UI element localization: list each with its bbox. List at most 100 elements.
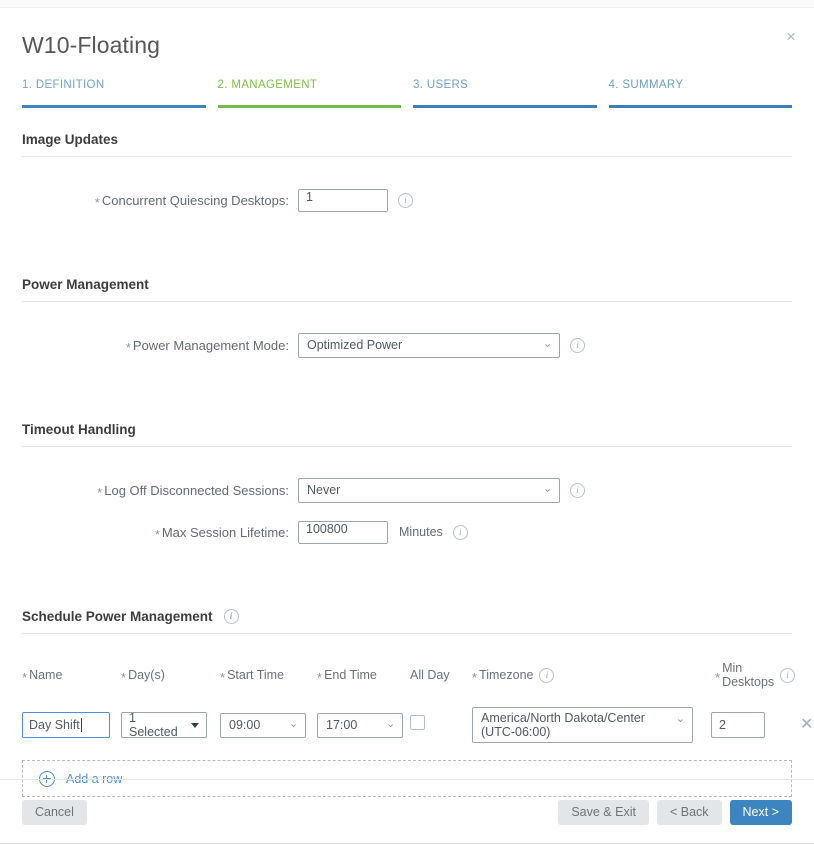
required-marker: * — [317, 671, 322, 684]
column-header-end-time: * End Time — [317, 668, 410, 682]
section-image-updates-title: Image Updates — [22, 132, 118, 147]
max-session-lifetime-label: * Max Session Lifetime: — [22, 525, 298, 540]
schedule-days-select[interactable]: 1 Selected — [121, 712, 207, 738]
divider — [22, 301, 792, 302]
cancel-button[interactable]: Cancel — [22, 800, 87, 825]
column-header-all-day: All Day — [410, 668, 472, 682]
section-image-updates: Image Updates * Concurrent Quiescing Des… — [22, 132, 792, 215]
wizard-body: Image Updates * Concurrent Quiescing Des… — [0, 132, 814, 797]
spacer — [22, 360, 792, 422]
concurrent-quiescing-desktops-label-text: Concurrent Quiescing Desktops: — [102, 193, 289, 208]
info-icon[interactable] — [539, 668, 554, 683]
chevron-down-icon: ⌄ — [543, 340, 552, 349]
info-icon[interactable] — [398, 193, 413, 208]
required-marker: * — [472, 671, 477, 684]
tab-summary[interactable]: 4. SUMMARY — [609, 78, 793, 108]
column-header-min-desktops-label: Min Desktops — [722, 661, 774, 689]
tab-summary-label: 4. SUMMARY — [609, 78, 793, 105]
concurrent-quiescing-desktops-input[interactable]: 1 — [298, 189, 388, 212]
column-header-end-time-label: End Time — [324, 668, 377, 682]
tab-summary-bar — [609, 105, 793, 108]
field-concurrent-quiescing-desktops: * Concurrent Quiescing Desktops: 1 — [22, 185, 792, 215]
column-header-min-desktops: * Min Desktops — [711, 661, 795, 689]
tab-users[interactable]: 3. USERS — [413, 78, 597, 108]
section-power-management: Power Management * Power Management Mode… — [22, 277, 792, 360]
required-marker: * — [126, 341, 131, 354]
table-row: Day Shift 1 Selected 09:00 ⌄ — [22, 707, 792, 743]
wizard-dialog: W10-Floating × 1. DEFINITION 2. MANAGEME… — [0, 8, 814, 844]
power-management-mode-value: Optimized Power — [307, 338, 402, 352]
schedule-start-time-value: 09:00 — [229, 718, 260, 732]
max-session-lifetime-input[interactable]: 100800 — [298, 521, 388, 544]
back-button[interactable]: < Back — [657, 800, 722, 825]
section-timeout-handling: Timeout Handling * Log Off Disconnected … — [22, 422, 792, 547]
required-marker: * — [121, 671, 126, 684]
cell-days: 1 Selected — [121, 712, 220, 738]
max-session-lifetime-label-text: Max Session Lifetime: — [162, 525, 289, 540]
required-marker: * — [155, 528, 160, 541]
tab-definition[interactable]: 1. DEFINITION — [22, 78, 206, 108]
concurrent-quiescing-desktops-label: * Concurrent Quiescing Desktops: — [22, 193, 298, 208]
divider — [22, 156, 792, 157]
schedule-name-input[interactable]: Day Shift — [22, 712, 110, 738]
section-timeout-handling-heading: Timeout Handling — [22, 422, 792, 446]
cell-all-day — [410, 715, 472, 735]
tab-definition-label: 1. DEFINITION — [22, 78, 206, 105]
required-marker: * — [95, 196, 100, 209]
wizard-footer: Cancel Save & Exit < Back Next > — [0, 779, 814, 844]
schedule-timezone-value-line2: (UTC-06:00) — [481, 725, 670, 739]
field-power-management-mode: * Power Management Mode: Optimized Power… — [22, 330, 792, 360]
tab-users-bar — [413, 105, 597, 108]
tab-management-bar — [218, 105, 402, 108]
info-icon[interactable] — [780, 668, 795, 683]
column-header-days: * Day(s) — [121, 668, 220, 682]
save-and-exit-button[interactable]: Save & Exit — [558, 800, 649, 825]
column-header-days-label: Day(s) — [128, 668, 165, 682]
section-power-management-title: Power Management — [22, 277, 149, 292]
wizard-stepper: 1. DEFINITION 2. MANAGEMENT 3. USERS 4. … — [0, 78, 814, 108]
log-off-disconnected-sessions-select[interactable]: Never ⌄ — [298, 478, 560, 503]
power-management-mode-select[interactable]: Optimized Power ⌄ — [298, 333, 560, 358]
info-icon[interactable] — [570, 338, 585, 353]
footer-right-actions: Save & Exit < Back Next > — [558, 800, 792, 825]
schedule-days-value: 1 Selected — [129, 711, 188, 739]
cell-end-time: 17:00 ⌄ — [317, 713, 410, 738]
section-schedule-power-management: Schedule Power Management * Name * Day(s… — [22, 609, 792, 797]
close-icon[interactable]: × — [780, 26, 802, 48]
caret-down-icon — [191, 723, 199, 728]
max-session-lifetime-unit: Minutes — [399, 525, 443, 539]
remove-row-icon[interactable]: ✕ — [800, 717, 813, 733]
cell-timezone: America/North Dakota/Center (UTC-06:00) … — [472, 707, 711, 743]
divider — [22, 446, 792, 447]
power-management-mode-label: * Power Management Mode: — [22, 338, 298, 353]
cell-name: Day Shift — [22, 712, 121, 738]
next-button[interactable]: Next > — [730, 800, 792, 825]
chevron-down-icon: ⌄ — [386, 720, 395, 729]
section-image-updates-heading: Image Updates — [22, 132, 792, 156]
schedule-timezone-select[interactable]: America/North Dakota/Center (UTC-06:00) … — [472, 707, 693, 743]
schedule-start-time-select[interactable]: 09:00 ⌄ — [220, 713, 306, 738]
schedule-min-desktops-input[interactable]: 2 — [711, 712, 765, 738]
column-header-timezone: * Timezone — [472, 668, 711, 683]
log-off-disconnected-sessions-label-text: Log Off Disconnected Sessions: — [104, 483, 289, 498]
schedule-end-time-select[interactable]: 17:00 ⌄ — [317, 713, 403, 738]
log-off-disconnected-sessions-value: Never — [307, 483, 340, 497]
info-icon[interactable] — [453, 525, 468, 540]
all-day-checkbox[interactable] — [410, 715, 425, 730]
info-icon[interactable] — [570, 483, 585, 498]
schedule-table-header: * Name * Day(s) * Start Time * End Time … — [22, 661, 792, 689]
tab-users-label: 3. USERS — [413, 78, 597, 105]
text-caret — [81, 718, 82, 732]
cell-min-desktops: 2 ✕ — [711, 712, 813, 738]
required-marker: * — [715, 671, 720, 684]
spacer — [22, 215, 792, 277]
divider — [22, 633, 792, 634]
required-marker: * — [97, 486, 102, 499]
column-header-name-label: Name — [29, 668, 62, 682]
chevron-down-icon: ⌄ — [676, 715, 685, 724]
power-management-mode-label-text: Power Management Mode: — [133, 338, 289, 353]
tab-management[interactable]: 2. MANAGEMENT — [218, 78, 402, 108]
info-icon[interactable] — [224, 609, 239, 624]
log-off-disconnected-sessions-label: * Log Off Disconnected Sessions: — [22, 483, 298, 498]
section-schedule-power-management-heading: Schedule Power Management — [22, 609, 792, 633]
